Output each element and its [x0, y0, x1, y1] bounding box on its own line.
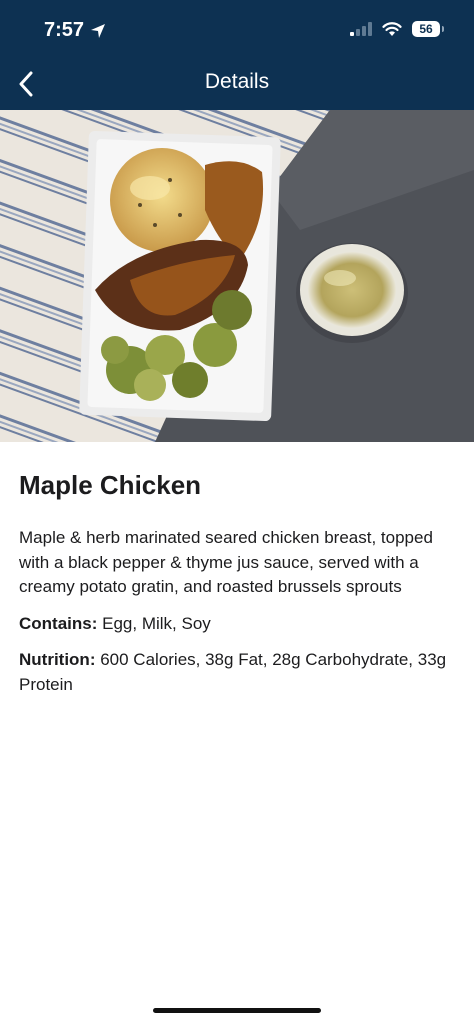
cellular-signal-icon [350, 22, 372, 36]
navigation-header: 7:57 56 Details [0, 0, 474, 110]
allergens-line: Contains: Egg, Milk, Soy [19, 612, 449, 637]
location-arrow-icon [91, 23, 106, 38]
status-bar-indicators: 56 [350, 21, 444, 37]
meal-photo [0, 110, 474, 442]
meal-description: Maple & herb marinated seared chicken br… [19, 528, 433, 596]
battery-level: 56 [419, 22, 433, 36]
battery-icon: 56 [412, 21, 444, 37]
wifi-icon [382, 21, 402, 36]
page-title: Details [204, 70, 270, 93]
meal-title: Maple Chicken [19, 470, 202, 500]
status-bar-time: 7:57 [44, 19, 106, 42]
home-indicator[interactable] [153, 1008, 321, 1013]
meal-details: Maple Chicken Maple & herb marinated sea… [19, 468, 449, 697]
allergens-value: Egg, Milk, Soy [102, 613, 211, 633]
allergens-label: Contains: [19, 613, 98, 633]
nutrition-label: Nutrition: [19, 650, 96, 669]
status-time-text: 7:57 [44, 19, 85, 41]
nutrition-line: Nutrition: 600 Calories, 38g Fat, 28g Ca… [19, 648, 449, 697]
